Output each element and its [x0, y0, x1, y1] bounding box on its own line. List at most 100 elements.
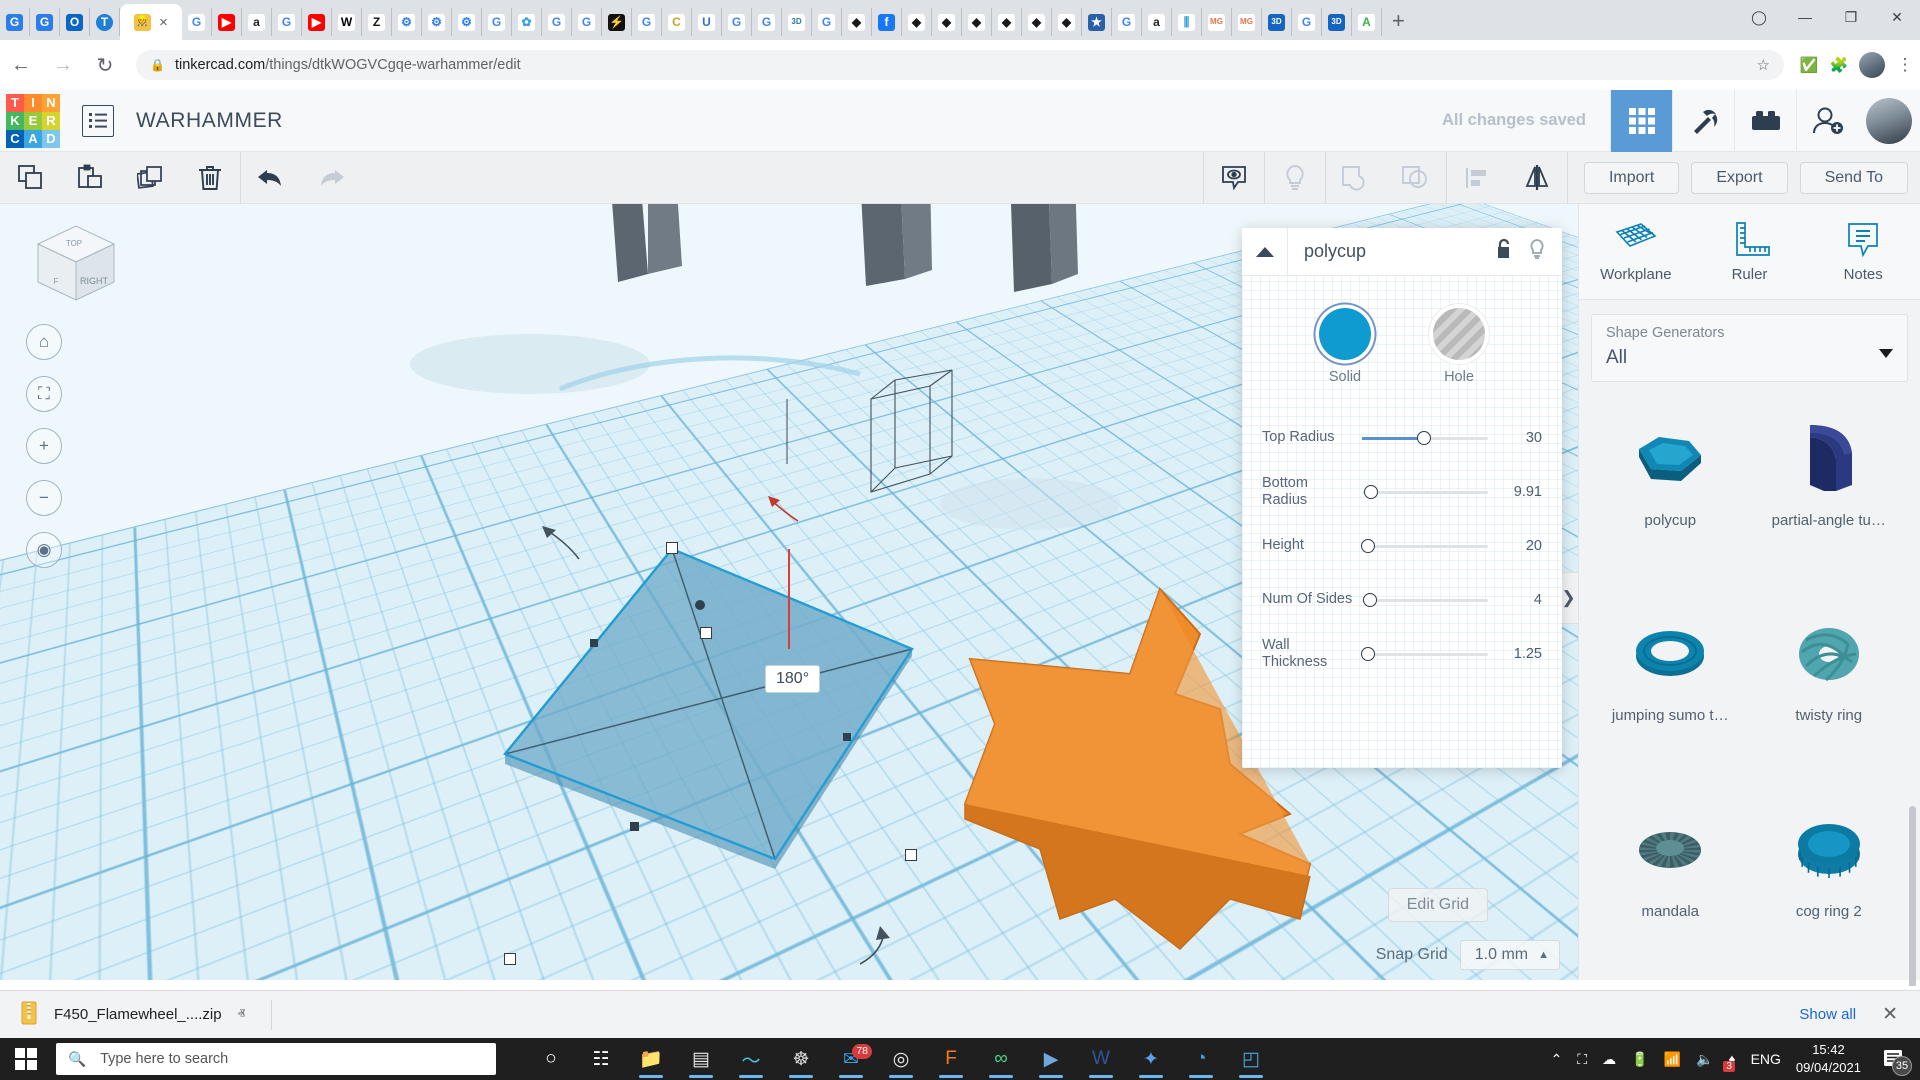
language-indicator[interactable]: ENG [1751, 1051, 1781, 1067]
mail-icon[interactable]: ✉78 [826, 1038, 876, 1080]
resize-handle[interactable] [666, 542, 678, 554]
task-view-icon[interactable]: ☷ [576, 1038, 626, 1080]
user-avatar[interactable] [1866, 98, 1912, 144]
light-bulb-icon[interactable] [1265, 152, 1325, 204]
window-restore-icon[interactable]: ◯ [1736, 9, 1782, 26]
resize-handle[interactable] [700, 627, 712, 639]
chrome-icon[interactable]: ◎ [876, 1038, 926, 1080]
pinned-tab[interactable]: ★ [1082, 8, 1112, 36]
pinned-tab[interactable]: ▶ [302, 8, 332, 36]
pinned-tab[interactable]: G [752, 8, 782, 36]
pinned-tab[interactable]: C [662, 8, 692, 36]
pinned-tab[interactable]: MG [1232, 8, 1262, 36]
chrome-menu-button[interactable]: ⋮ [1890, 55, 1920, 75]
bookmark-star-icon[interactable]: ☆ [1757, 56, 1770, 74]
pinned-tab[interactable]: G [182, 8, 212, 36]
collapse-up-icon[interactable] [1242, 228, 1288, 276]
wave-app-icon[interactable]: 〜 [726, 1038, 776, 1080]
search-input[interactable]: 🔍 Type here to search [56, 1043, 496, 1075]
slider-track[interactable] [1362, 644, 1488, 664]
slider-knob[interactable] [1361, 539, 1375, 553]
windows-start-icon[interactable] [0, 1038, 52, 1080]
brick-icon[interactable] [1734, 90, 1796, 152]
duplicate-icon[interactable] [120, 152, 180, 204]
browser-tab[interactable]: O [60, 8, 90, 36]
pinned-tab[interactable]: W [332, 8, 362, 36]
profile-avatar[interactable] [1859, 52, 1885, 78]
import-button[interactable]: Import [1584, 162, 1679, 194]
pinned-tab[interactable]: G [572, 8, 602, 36]
undo-icon[interactable] [241, 152, 301, 204]
dropbox-icon[interactable]: ♦ 3 [1728, 1051, 1735, 1067]
store-icon[interactable]: ▤ [676, 1038, 726, 1080]
slider-knob[interactable] [1417, 431, 1431, 445]
close-icon[interactable]: × [159, 14, 168, 31]
wifi-icon[interactable]: 📶 [1664, 1051, 1681, 1068]
pinned-tab[interactable]: ◆ [992, 8, 1022, 36]
onedrive-icon[interactable]: ☁ [1602, 1051, 1616, 1068]
pinned-tab[interactable]: MG [1202, 8, 1232, 36]
slider-track[interactable] [1362, 536, 1488, 556]
pinned-tab[interactable]: G [1292, 8, 1322, 36]
height-slider[interactable]: Height20 [1242, 519, 1562, 573]
maximize-button[interactable]: ❐ [1828, 9, 1874, 26]
height-handle[interactable] [630, 822, 639, 831]
unlock-icon[interactable] [1494, 238, 1512, 265]
close-window-button[interactable]: ✕ [1874, 9, 1920, 26]
volume-icon[interactable]: 🔈 [1696, 1051, 1713, 1068]
close-downloads-bar-icon[interactable]: ✕ [1882, 1003, 1898, 1026]
hole-mode-option[interactable]: Hole [1433, 308, 1485, 385]
photos-icon[interactable]: ◰ [1226, 1038, 1276, 1080]
reload-button[interactable]: ↻ [84, 53, 126, 78]
browser-tab[interactable]: G [30, 8, 60, 36]
pinned-tab[interactable]: ⫼ [1172, 8, 1202, 36]
video-app-icon[interactable]: ▶ [1026, 1038, 1076, 1080]
pinned-tab[interactable]: ◆ [1052, 8, 1082, 36]
workplane-tool[interactable]: Workplane [1579, 204, 1693, 299]
bottom-radius-slider[interactable]: Bottom Radius9.91 [1242, 465, 1562, 519]
pinned-tab[interactable]: ◆ [1022, 8, 1052, 36]
resize-handle[interactable] [504, 953, 516, 965]
pinned-tab[interactable]: 3D [1322, 8, 1352, 36]
back-button[interactable]: ← [0, 54, 42, 77]
pinned-tab[interactable]: f [872, 8, 902, 36]
browser-tab[interactable]: T [90, 8, 120, 36]
resize-handle[interactable] [905, 849, 917, 861]
word-icon[interactable]: W [1076, 1038, 1126, 1080]
tinkercad-logo[interactable]: TINKERCAD [6, 94, 60, 148]
hole-swatch[interactable] [1433, 308, 1485, 360]
height-handle[interactable] [590, 639, 598, 647]
show-all-downloads-link[interactable]: Show all [1799, 1006, 1856, 1023]
slider-knob[interactable] [1363, 593, 1377, 607]
battery-icon[interactable]: 🔋 [1631, 1051, 1648, 1068]
pickaxe-icon[interactable] [1672, 90, 1734, 152]
shape-item-partial-angle-tube[interactable]: partial-angle tu… [1750, 402, 1909, 595]
pinned-tab[interactable]: U [692, 8, 722, 36]
slider-track[interactable] [1362, 590, 1488, 610]
group-icon[interactable] [1326, 152, 1386, 204]
forward-button[interactable]: → [42, 54, 84, 77]
browser-tab[interactable]: G [0, 8, 30, 36]
pinned-tab[interactable]: ⚙ [392, 8, 422, 36]
notes-tool[interactable]: Notes [1806, 204, 1920, 299]
pinned-tab[interactable]: ✿ [512, 8, 542, 36]
slider-knob[interactable] [1364, 485, 1378, 499]
wall-thickness-slider[interactable]: Wall Thickness1.25 [1242, 627, 1562, 681]
grid-view-icon[interactable] [1610, 90, 1672, 152]
pinned-tab[interactable]: G [1112, 8, 1142, 36]
address-bar[interactable]: 🔒 tinkercad.com /things/dtkWOGVCgqe-warh… [136, 50, 1784, 80]
download-item[interactable]: F450_Flamewheel_....zip ⱏ [20, 1001, 245, 1029]
shape-item-polycup[interactable]: polycup [1591, 402, 1750, 595]
edit-grid-button[interactable]: Edit Grid [1388, 888, 1488, 922]
minimize-button[interactable]: — [1782, 9, 1828, 25]
shield-check-icon[interactable]: ✅ [1794, 56, 1824, 74]
pinned-tab[interactable]: G [632, 8, 662, 36]
pinned-tab[interactable]: ◆ [902, 8, 932, 36]
pinned-tab[interactable]: Z [362, 8, 392, 36]
ruler-tool[interactable]: Ruler [1693, 204, 1807, 299]
tray-chevron-icon[interactable]: ⌃ [1551, 1051, 1563, 1068]
fusion360-icon[interactable]: F [926, 1038, 976, 1080]
shape-item-mandala[interactable]: mandala [1591, 793, 1750, 986]
shape-item-cog-ring-2[interactable]: cog ring 2 [1750, 793, 1909, 986]
sidebar-scrollbar[interactable] [1909, 806, 1916, 986]
